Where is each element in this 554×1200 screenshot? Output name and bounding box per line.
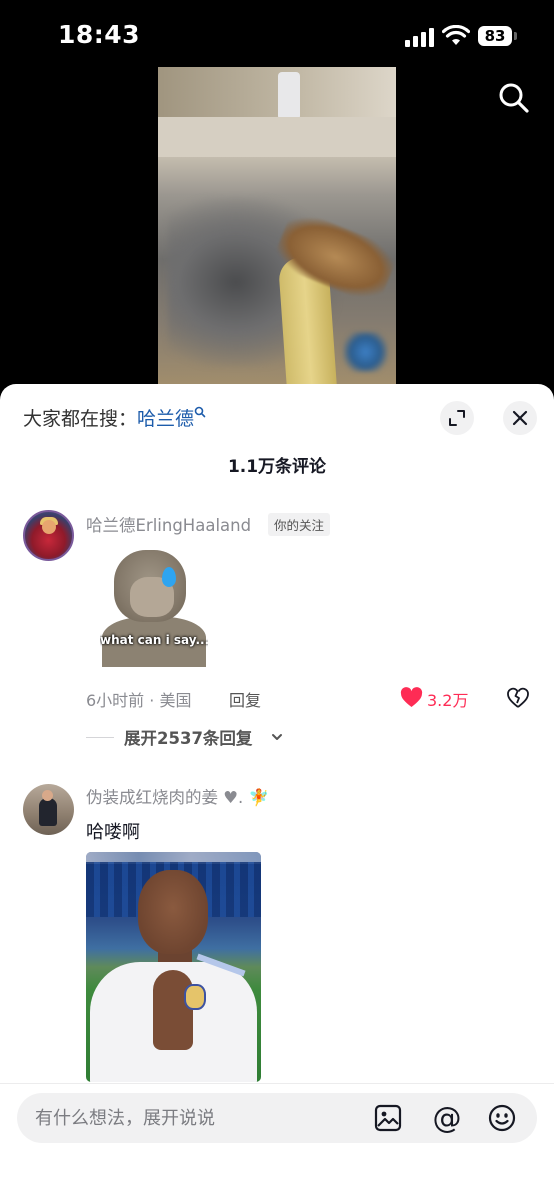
keyword-search-icon [194,406,206,418]
video-cabinet [158,117,396,157]
comment-text: 哈喽啊 [86,822,140,843]
video-player[interactable] [0,0,554,400]
expand-replies-button[interactable]: 展开2537条回复 [124,725,252,749]
tear-drop-icon [162,567,176,587]
trending-keyword[interactable]: 哈兰德 [137,408,194,430]
club-crest-icon [184,984,206,1010]
monkey-sticker[interactable]: what can i say... [100,547,208,667]
video-bottle [278,72,300,120]
trending-search[interactable]: 大家都在搜：哈兰德 [23,404,206,431]
avatar[interactable] [23,510,74,561]
reply-button[interactable]: 回复 [229,687,261,711]
video-frame[interactable] [158,67,396,387]
close-button[interactable] [503,401,537,435]
comment-username[interactable]: 哈兰德ErlingHaaland [86,512,251,536]
like-count: 3.2万 [427,691,469,710]
comment-sheet: 大家都在搜：哈兰德 1.1万条评论 哈兰德ErlingHaaland 你的关注 … [0,384,554,1200]
close-icon [512,410,528,426]
comment-count-title: 1.1万条评论 [227,457,327,477]
comment-input-container[interactable]: @ [17,1093,537,1143]
video-blue-object [343,332,388,372]
mention-icon[interactable]: @ [430,1101,464,1135]
broken-heart-icon[interactable] [506,686,530,710]
comment-photo[interactable] [86,852,261,1082]
comment-time-location: 6小时前 · 美国 [86,691,192,710]
divider-line [86,737,114,738]
expand-button[interactable] [440,401,474,435]
username-suffix: . 🧚 [238,788,270,807]
search-icon[interactable] [496,80,532,116]
emoji-icon[interactable] [487,1103,517,1133]
comment-input[interactable] [35,1093,365,1143]
trending-prefix: 大家都在搜： [23,408,138,430]
chevron-down-icon[interactable] [270,730,284,744]
avatar[interactable] [23,784,74,835]
expand-icon [449,410,465,426]
video-shelf [158,67,396,117]
following-badge: 你的关注 [268,513,331,536]
comment-input-bar: @ [0,1083,554,1200]
comment-username[interactable]: 伪装成红烧肉的姜 ♥. 🧚 [86,784,269,808]
image-icon[interactable] [373,1103,403,1133]
sticker-caption: what can i say... [100,633,208,647]
grey-heart-icon: ♥ [223,788,239,807]
heart-filled-icon [400,687,423,708]
